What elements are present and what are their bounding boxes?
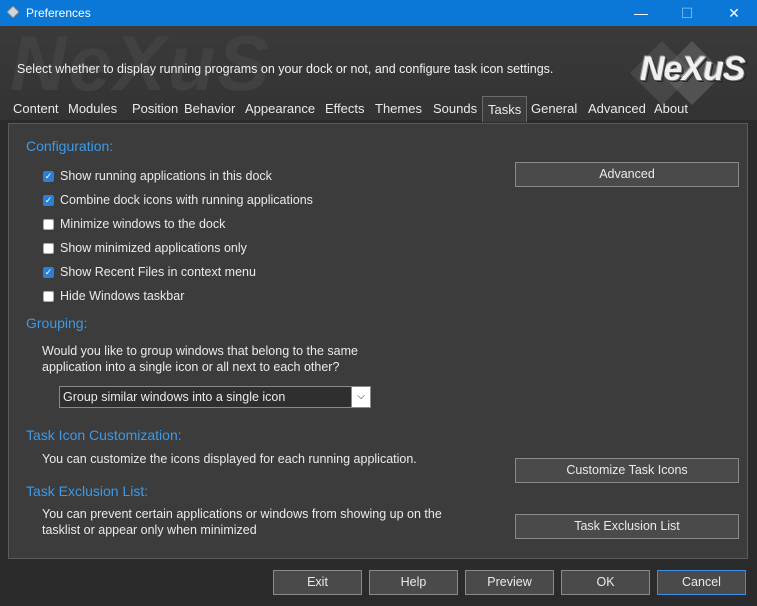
checkbox-label: Show minimized applications only: [60, 241, 247, 255]
help-button[interactable]: Help: [369, 570, 458, 595]
grouping-select[interactable]: Group similar windows into a single icon…: [59, 386, 371, 408]
grouping-selected-value: Group similar windows into a single icon: [63, 390, 286, 404]
tab-themes[interactable]: Themes: [370, 98, 427, 120]
tab-effects[interactable]: Effects: [320, 98, 370, 120]
page-description: Select whether to display running progra…: [17, 62, 554, 76]
checkbox-unchecked-icon: [43, 290, 54, 302]
checkbox-minimize-to-dock[interactable]: Minimize windows to the dock: [43, 216, 225, 232]
grouping-heading: Grouping:: [26, 315, 88, 331]
customize-task-icons-button[interactable]: Customize Task Icons: [515, 458, 739, 483]
chevron-down-icon[interactable]: ⌵: [351, 387, 370, 407]
logo-text: NeXuS: [640, 50, 746, 88]
checkbox-label: Minimize windows to the dock: [60, 217, 226, 231]
checkbox-unchecked-icon: [43, 242, 54, 254]
checkbox-hide-taskbar[interactable]: Hide Windows taskbar: [43, 288, 184, 304]
checkbox-recent-files[interactable]: ✓ Show Recent Files in context menu: [43, 264, 256, 280]
checkbox-label: Combine dock icons with running applicat…: [60, 193, 313, 207]
app-diamond-icon: [7, 6, 19, 18]
advanced-button[interactable]: Advanced: [515, 162, 739, 187]
configuration-heading: Configuration:: [26, 138, 114, 154]
tab-behavior[interactable]: Behavior: [179, 98, 240, 120]
checkbox-label: Show running applications in this dock: [60, 169, 272, 183]
ok-button[interactable]: OK: [561, 570, 650, 595]
checkbox-show-minimized-only[interactable]: Show minimized applications only: [43, 240, 247, 256]
exit-button[interactable]: Exit: [273, 570, 362, 595]
tasks-panel: Configuration: ✓ Show running applicatio…: [8, 123, 748, 559]
tab-about[interactable]: About: [649, 98, 693, 120]
tab-general[interactable]: General: [526, 98, 582, 120]
task-exclusion-heading: Task Exclusion List:: [26, 483, 149, 499]
tab-sounds[interactable]: Sounds: [428, 98, 482, 120]
close-button[interactable]: ✕: [711, 0, 757, 26]
tab-content[interactable]: Content: [8, 98, 64, 120]
task-icon-description: You can customize the icons displayed fo…: [42, 452, 417, 466]
tab-advanced[interactable]: Advanced: [583, 98, 651, 120]
checkbox-checked-icon: ✓: [43, 170, 54, 182]
task-exclusion-line2: tasklist or appear only when minimized: [42, 523, 257, 537]
tab-position[interactable]: Position: [127, 98, 183, 120]
tab-appearance[interactable]: Appearance: [240, 98, 320, 120]
checkbox-show-running[interactable]: ✓ Show running applications in this dock: [43, 168, 272, 184]
maximize-button[interactable]: ☐: [664, 0, 710, 26]
minimize-button[interactable]: —: [618, 0, 664, 26]
checkbox-label: Hide Windows taskbar: [60, 289, 185, 303]
checkbox-checked-icon: ✓: [43, 194, 54, 206]
tab-tasks[interactable]: Tasks: [482, 96, 528, 122]
task-exclusion-list-button[interactable]: Task Exclusion List: [515, 514, 739, 539]
grouping-question-line2: application into a single icon or all ne…: [42, 360, 340, 374]
checkbox-checked-icon: ✓: [43, 266, 54, 278]
window-title: Preferences: [26, 6, 91, 20]
cancel-button[interactable]: Cancel: [657, 570, 746, 595]
tab-modules[interactable]: Modules: [63, 98, 122, 120]
task-icon-heading: Task Icon Customization:: [26, 427, 182, 443]
checkbox-unchecked-icon: [43, 218, 54, 230]
title-bar: Preferences — ☐ ✕: [0, 0, 757, 26]
preview-button[interactable]: Preview: [465, 570, 554, 595]
checkbox-combine-icons[interactable]: ✓ Combine dock icons with running applic…: [43, 192, 313, 208]
grouping-question-line1: Would you like to group windows that bel…: [42, 344, 358, 358]
checkbox-label: Show Recent Files in context menu: [60, 265, 256, 279]
task-exclusion-line1: You can prevent certain applications or …: [42, 507, 442, 521]
